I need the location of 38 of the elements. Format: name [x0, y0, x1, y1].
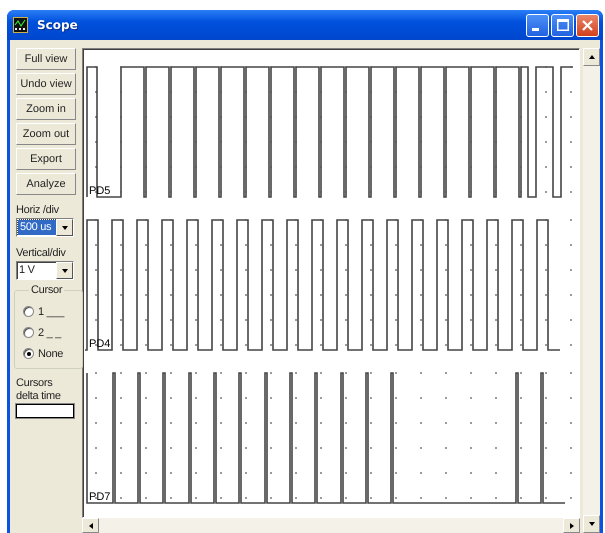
- channel-label: PD7: [89, 491, 110, 503]
- left-arrow-icon: [88, 522, 92, 528]
- right-arrow-icon: [570, 522, 574, 528]
- close-icon: [582, 20, 593, 30]
- toolbar-button[interactable]: Zoom out: [16, 123, 76, 145]
- down-arrow-icon: [62, 226, 68, 230]
- minimize-icon: [532, 28, 538, 30]
- field-label: Horiz /div: [16, 204, 59, 217]
- vertical-scrollbar[interactable]: [583, 48, 600, 533]
- down-arrow-icon: [588, 522, 594, 526]
- minimize-button[interactable]: [526, 14, 549, 36]
- delta-time-field[interactable]: [16, 404, 74, 418]
- scroll-down-button[interactable]: [583, 515, 600, 533]
- dropdown[interactable]: 500 us: [16, 218, 74, 237]
- radio-option[interactable]: None: [23, 343, 82, 364]
- dropdown[interactable]: 1 V: [16, 261, 74, 280]
- down-arrow-icon: [62, 268, 68, 272]
- dropdown-button[interactable]: [56, 262, 73, 279]
- horizontal-scrollbar[interactable]: [82, 518, 580, 533]
- radio-option[interactable]: 1 ___: [23, 301, 82, 322]
- radio-option[interactable]: 2 _ _: [23, 322, 82, 343]
- maximize-button[interactable]: [551, 14, 574, 36]
- maximize-icon: [556, 19, 568, 31]
- scroll-up-button[interactable]: [583, 48, 600, 66]
- dropdown-button[interactable]: [56, 219, 73, 236]
- field-label: Vertical/div: [16, 247, 66, 260]
- window-title: Scope: [37, 18, 79, 32]
- toolbar-button[interactable]: Undo view: [16, 73, 76, 95]
- up-arrow-icon: [588, 55, 594, 59]
- close-button[interactable]: [576, 14, 599, 36]
- field-label: Cursors delta time: [16, 377, 62, 403]
- scroll-left-button[interactable]: [82, 518, 99, 533]
- toolbar-button[interactable]: Full view: [16, 48, 76, 70]
- toolbar-button[interactable]: Analyze: [16, 173, 76, 195]
- scope-icon: [13, 17, 29, 33]
- scroll-right-button[interactable]: [563, 518, 580, 533]
- toolbar-button[interactable]: Export: [16, 148, 76, 170]
- toolbar-button[interactable]: Zoom in: [16, 98, 76, 120]
